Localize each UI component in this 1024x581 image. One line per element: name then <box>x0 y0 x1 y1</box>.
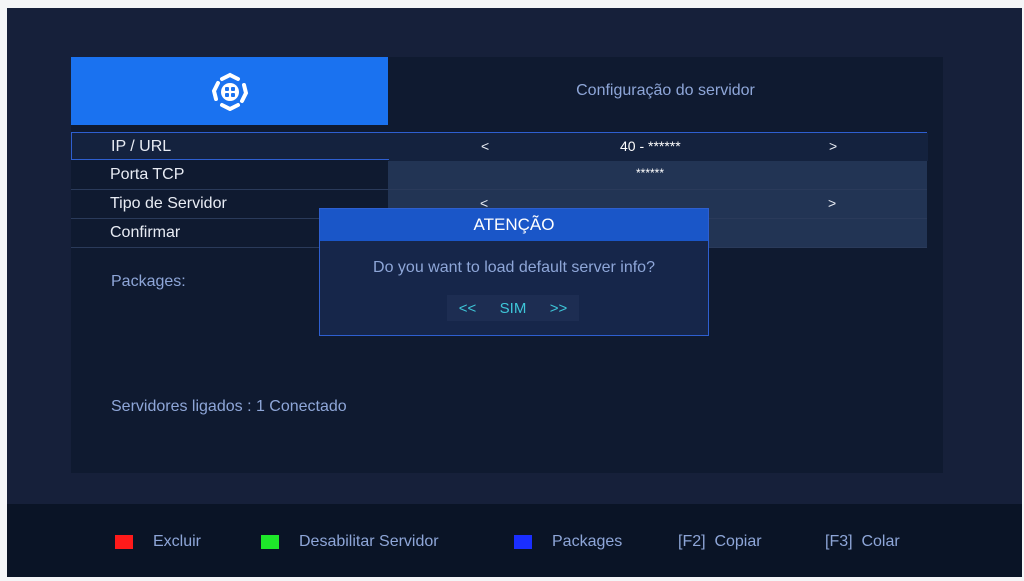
dialog-choice-selector[interactable]: << SIM >> <box>447 295 579 321</box>
choice-next-icon[interactable]: >> <box>550 300 568 317</box>
dialog-message: Do you want to load default server info? <box>373 259 655 276</box>
red-key-icon <box>115 535 133 549</box>
arrow-left-icon[interactable]: < <box>481 138 489 154</box>
row-value-area[interactable]: < 40 - ****** > <box>389 133 928 161</box>
blue-key-icon <box>514 535 532 549</box>
footer-colar[interactable]: [F3] Colar <box>825 533 900 551</box>
row-label: Confirmar <box>110 224 181 241</box>
green-key-icon <box>261 535 279 549</box>
arrow-right-icon[interactable]: > <box>829 138 837 154</box>
footer-label: Packages <box>552 533 623 550</box>
footer-excluir[interactable]: Excluir <box>115 533 201 551</box>
row-ip-url[interactable]: IP / URL < 40 - ****** > <box>71 132 928 161</box>
row-label: Porta TCP <box>110 166 185 183</box>
dialog-title: ATENÇÃO <box>320 209 708 241</box>
footer-label: Excluir <box>153 533 202 550</box>
row-porta-tcp[interactable]: Porta TCP ****** <box>71 161 927 190</box>
attention-dialog: ATENÇÃO Do you want to load default serv… <box>319 208 709 336</box>
row-label: IP / URL <box>111 138 172 155</box>
footer-copiar[interactable]: [F2] Copiar <box>678 533 762 551</box>
confirm-yes-button[interactable]: SIM <box>500 300 527 317</box>
row-value-area[interactable]: ****** <box>388 161 927 189</box>
server-status-text: Servidores ligados : 1 Conectado <box>111 398 347 415</box>
packages-label: Packages: <box>111 273 186 290</box>
footer-packages[interactable]: Packages <box>514 533 622 551</box>
footer-bar: Excluir Desabilitar Servidor Packages [F… <box>7 504 1022 577</box>
footer-desabilitar-servidor[interactable]: Desabilitar Servidor <box>261 533 439 551</box>
row-value: ****** <box>636 166 665 180</box>
gear-badge-icon <box>211 72 248 111</box>
row-label: Tipo de Servidor <box>110 195 227 212</box>
choice-prev-icon[interactable]: << <box>459 300 477 317</box>
page-title: Configuração do servidor <box>576 82 755 99</box>
row-value: 40 - ****** <box>620 138 681 154</box>
arrow-right-icon[interactable]: > <box>828 195 836 211</box>
footer-label: Desabilitar Servidor <box>299 533 439 550</box>
logo-cell <box>71 57 388 125</box>
